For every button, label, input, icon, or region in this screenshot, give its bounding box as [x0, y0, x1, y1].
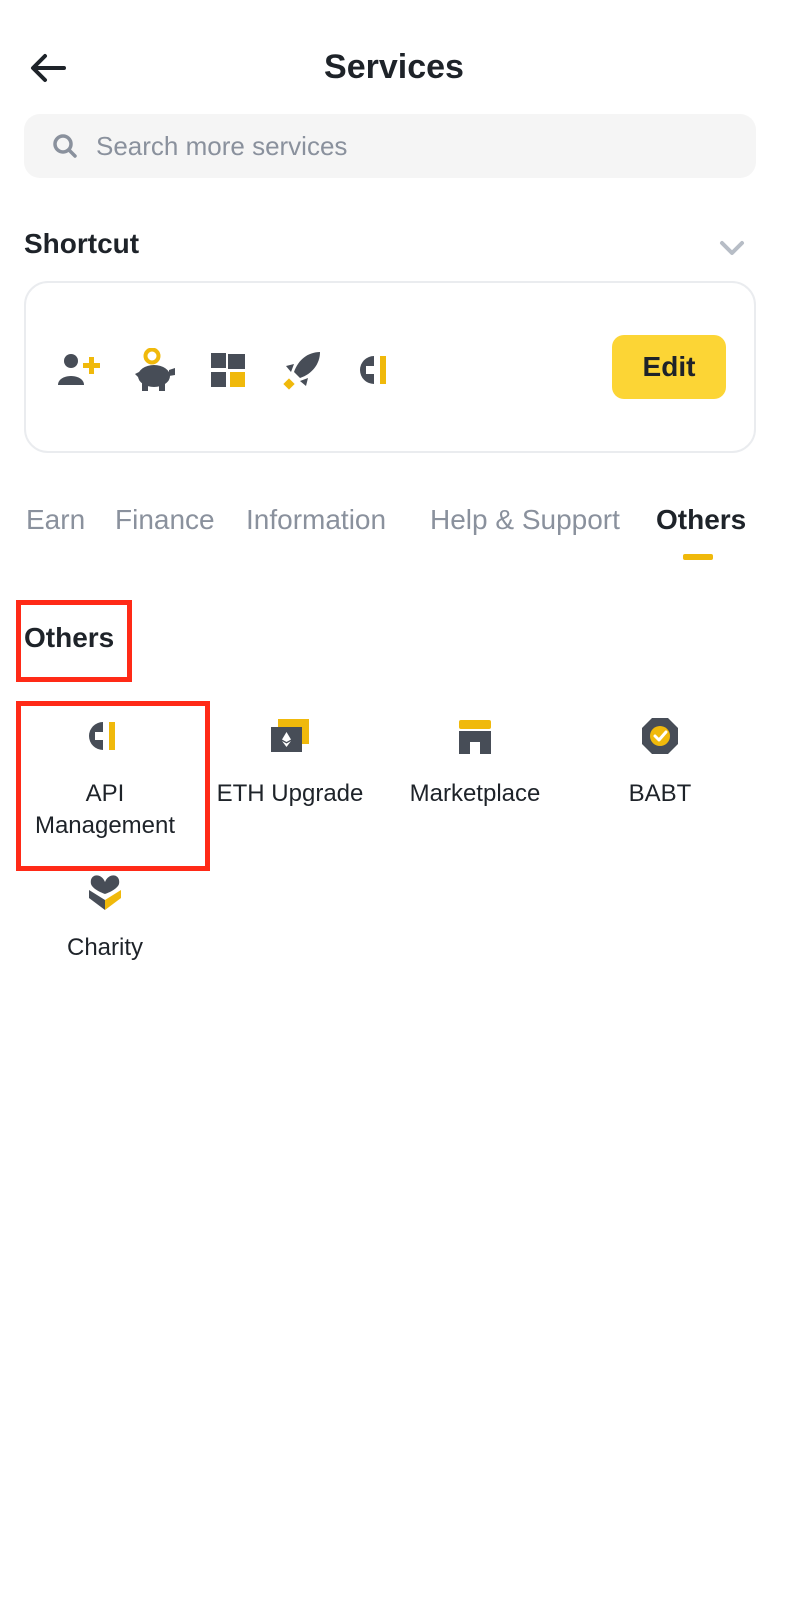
- shortcut-widgets[interactable]: [206, 348, 250, 392]
- highlight-box-api-management: [16, 701, 210, 871]
- tab-information[interactable]: Information: [246, 504, 386, 536]
- eth-upgrade-icon: [266, 712, 314, 760]
- tab-finance[interactable]: Finance: [115, 504, 215, 536]
- edit-button[interactable]: Edit: [612, 335, 726, 399]
- shortcut-header: Shortcut: [24, 228, 756, 268]
- rocket-icon: [283, 352, 320, 390]
- service-charity[interactable]: Charity: [10, 866, 200, 964]
- service-babt[interactable]: BABT: [565, 712, 755, 810]
- search-input[interactable]: [96, 130, 696, 162]
- service-label: Marketplace: [409, 780, 541, 807]
- highlight-box-section-title: [16, 600, 132, 682]
- shortcut-icons: [58, 347, 398, 393]
- search-icon: [53, 134, 77, 158]
- api-plug-icon: [360, 356, 386, 384]
- service-marketplace[interactable]: Marketplace: [380, 712, 570, 810]
- tab-earn[interactable]: Earn: [26, 504, 85, 536]
- chevron-down-icon[interactable]: [716, 232, 748, 264]
- shortcut-savings[interactable]: [132, 348, 176, 392]
- widgets-icon: [211, 353, 245, 387]
- page-title: Services: [324, 48, 464, 86]
- tab-help-support[interactable]: Help & Support: [430, 504, 620, 536]
- service-label: Charity: [66, 934, 144, 961]
- service-label: ETH Upgrade: [216, 780, 364, 807]
- marketplace-icon: [451, 712, 499, 760]
- category-tabs: Earn Finance Information Help & Support …: [26, 504, 788, 564]
- shortcut-api[interactable]: [354, 348, 398, 392]
- service-eth-upgrade[interactable]: ETH Upgrade: [195, 712, 385, 810]
- shortcut-title: Shortcut: [24, 228, 140, 259]
- active-tab-indicator: [683, 554, 713, 560]
- babt-badge-icon: [636, 712, 684, 760]
- service-label: BABT: [628, 780, 692, 807]
- piggy-bank-icon: [135, 348, 175, 391]
- shortcut-launchpad[interactable]: [280, 348, 324, 392]
- tab-others[interactable]: Others: [656, 504, 746, 536]
- add-user-icon: [58, 354, 100, 385]
- charity-heart-icon: [81, 866, 129, 914]
- search-bar[interactable]: [24, 114, 756, 178]
- shortcut-add-user[interactable]: [58, 348, 102, 392]
- shortcut-panel: Edit: [24, 281, 756, 453]
